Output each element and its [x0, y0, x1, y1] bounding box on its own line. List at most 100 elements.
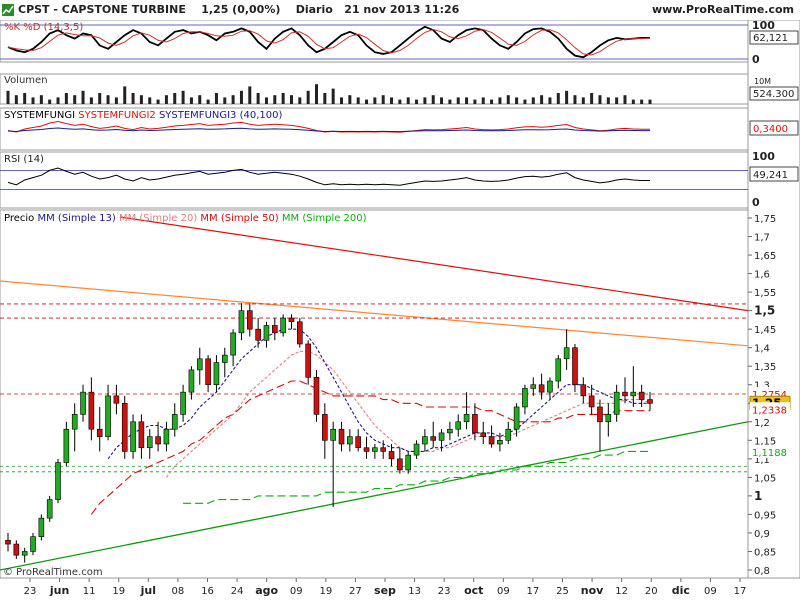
price-tick-label: 0,9	[754, 529, 770, 540]
x-tick-label: dic	[672, 584, 690, 597]
price-legend: Precio MM (Simple 13) MM (Simple 20) MM …	[4, 213, 367, 224]
price-badge: 1,1188	[752, 448, 787, 459]
volume-bar	[556, 93, 560, 104]
datetime: 21 nov 2013 11:26	[344, 3, 460, 16]
volume-bar	[631, 99, 635, 104]
chart-canvas[interactable]: %K %D (14,3,5) 100 0 62,121 Volumen 10M 524.30…	[0, 20, 800, 600]
volume-bar	[606, 97, 610, 104]
instrument-header: CPST - CAPSTONE TURBINE 1,25 (0,00%) Dia…	[18, 3, 460, 16]
x-tick-label: 09	[704, 586, 717, 597]
x-tick-label: ago	[255, 584, 278, 597]
candle-body	[388, 451, 395, 460]
candle-body	[530, 384, 537, 389]
candle-body	[538, 384, 545, 393]
x-tick-label: 25	[556, 586, 569, 597]
candle-body	[213, 362, 220, 386]
volume-bar	[6, 90, 10, 104]
candle-body	[13, 543, 20, 556]
volume-bar	[173, 93, 177, 104]
candle-body	[330, 428, 336, 441]
volume-bar	[106, 95, 110, 104]
x-tick-label: jun	[49, 584, 69, 597]
candle-body	[547, 380, 553, 393]
candle-body	[472, 414, 478, 434]
volume-bar	[498, 97, 502, 104]
volume-bar	[164, 95, 168, 104]
candle-body	[96, 428, 103, 437]
candle-body	[438, 432, 445, 441]
candle-body	[105, 395, 111, 437]
candle-body	[430, 436, 437, 441]
volume-bar	[473, 99, 477, 104]
volume-bar	[523, 99, 527, 104]
candle-body	[555, 358, 562, 382]
volume-bar	[531, 97, 535, 104]
candle-body	[347, 436, 353, 445]
candle-body	[405, 454, 412, 471]
candle-body	[480, 432, 487, 437]
candle-body	[505, 428, 512, 441]
volume-bar	[448, 99, 452, 104]
period: Diario	[295, 3, 333, 16]
rsi-level-0-label: 0	[752, 196, 760, 209]
volume-bar	[64, 93, 68, 104]
candle-body	[163, 428, 170, 445]
volume-bar	[189, 97, 193, 104]
price-tick-label: 1,7	[754, 233, 770, 244]
candle-body	[513, 406, 520, 430]
volume-bar	[148, 97, 152, 104]
candle-body	[313, 377, 320, 415]
x-tick-label: 27	[349, 586, 362, 597]
volume-bar	[89, 97, 93, 104]
site-url[interactable]: www.ProRealTime.com	[652, 3, 794, 16]
volume-bar	[490, 99, 494, 104]
candle-body	[196, 358, 203, 371]
x-tick-label: 13	[408, 586, 421, 597]
volume-bar	[31, 97, 35, 104]
candle-body	[638, 391, 645, 400]
candle-body	[21, 551, 28, 556]
volume-bar	[431, 95, 435, 104]
candle-body	[380, 447, 386, 452]
x-tick-label: 20	[645, 586, 658, 597]
candle-body	[463, 414, 470, 423]
price-tick-label: 0,8	[754, 566, 770, 577]
price-change: 1,25 (0,00%)	[201, 3, 281, 16]
candle-body	[180, 391, 186, 415]
x-tick-label: jul	[140, 584, 156, 597]
systemfungi-legend-1: SYSTEMFUNGI	[4, 110, 78, 121]
volume-bar	[648, 99, 652, 104]
systemfungi-label: SYSTEMFUNGI SYSTEMFUNGI2 SYSTEMFUNGI3 (4…	[4, 110, 282, 121]
volume-bar	[340, 97, 344, 104]
x-tick-label: sep	[374, 584, 396, 597]
candle-body	[221, 354, 228, 363]
volume-bar	[223, 97, 227, 104]
x-tick-label: 23	[438, 586, 451, 597]
candle-body	[488, 436, 495, 445]
volume-bar	[131, 93, 135, 104]
volume-bar	[573, 95, 577, 104]
x-tick-label: 12	[615, 586, 628, 597]
volume-bar	[298, 97, 302, 104]
candle-body	[622, 391, 628, 397]
x-tick-label: 09	[497, 586, 510, 597]
symbol: CPST	[18, 3, 50, 16]
volume-bar	[198, 95, 202, 104]
volume-bar	[48, 99, 52, 104]
volume-bar	[390, 97, 394, 104]
volume-bar	[581, 97, 585, 104]
volume-bar	[565, 90, 569, 104]
candle-body	[71, 414, 78, 430]
volume-bar	[139, 95, 143, 104]
volume-bar	[23, 93, 27, 104]
candle-body	[572, 347, 578, 386]
price-tick-label: 1	[754, 489, 762, 503]
candle-body	[280, 317, 286, 334]
candle-body	[63, 428, 70, 463]
volume-bar	[56, 97, 60, 104]
candle-body	[630, 391, 637, 397]
volume-bar	[73, 95, 77, 104]
price-tick-label: 1,2	[754, 418, 770, 429]
volume-bar	[465, 97, 469, 104]
volume-bar	[306, 90, 310, 104]
